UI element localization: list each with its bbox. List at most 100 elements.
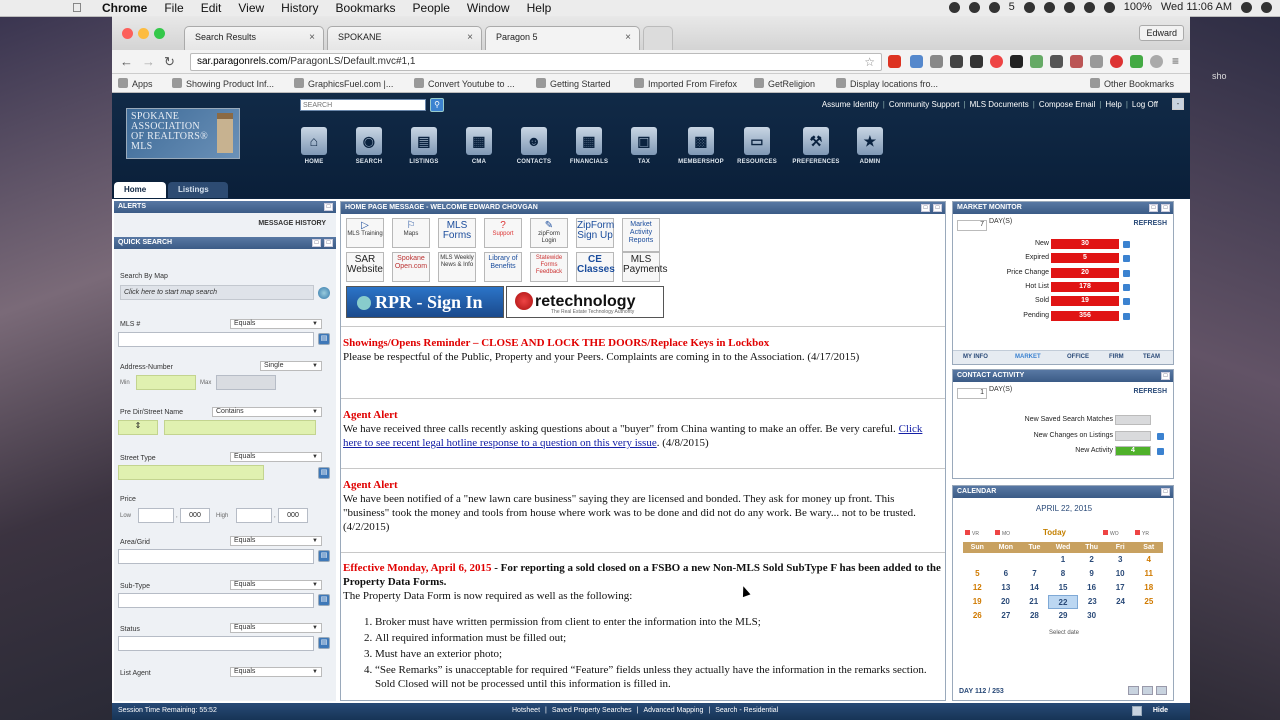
sub-type-input[interactable]: [118, 593, 314, 608]
expand-icon[interactable]: □: [324, 203, 333, 211]
rpr-sign-in-button[interactable]: RPR - Sign In: [346, 286, 504, 318]
market-row-pending[interactable]: Pending 356: [953, 310, 1175, 323]
bluetooth-icon[interactable]: [1063, 1, 1075, 13]
address-max-input[interactable]: [216, 375, 276, 390]
nav-home[interactable]: ⌂ HOME: [288, 127, 340, 165]
lookup-icon[interactable]: ▤: [318, 594, 330, 606]
row-count[interactable]: 356: [1051, 311, 1119, 321]
link-community-support[interactable]: Community Support: [889, 100, 960, 109]
link-mls-documents[interactable]: MLS Documents: [970, 100, 1029, 109]
tab-close-icon[interactable]: ×: [309, 32, 315, 43]
calendar-day[interactable]: 4: [1134, 553, 1163, 567]
nav-cma[interactable]: ▦ CMA: [453, 127, 505, 165]
nav-financials[interactable]: ▦ FINANCIALS: [563, 127, 615, 165]
reload-icon[interactable]: ↻: [164, 54, 175, 70]
price-high-input[interactable]: [236, 508, 272, 523]
nav-tax[interactable]: ▣ TAX: [618, 127, 670, 165]
retechnology-button[interactable]: retechnology The Real Estate Technology A…: [506, 286, 664, 318]
calendar-day[interactable]: 29: [1049, 609, 1078, 623]
calendar-day[interactable]: 12: [963, 581, 992, 595]
extension-icon[interactable]: [950, 55, 963, 68]
calendar-day[interactable]: 25: [1135, 595, 1163, 609]
forward-icon[interactable]: →: [142, 54, 155, 69]
status-record-icon[interactable]: [948, 1, 960, 13]
status-timemachine-icon[interactable]: [1043, 1, 1055, 13]
url-input[interactable]: sar.paragonrels.com/ParagonLS/Default.mv…: [190, 53, 882, 71]
calendar-day[interactable]: 7: [1020, 567, 1049, 581]
footer-link-search-residential[interactable]: Search - Residential: [715, 707, 778, 714]
sar-website-button[interactable]: SAR Website: [346, 252, 384, 282]
status-dropbox-icon[interactable]: [968, 1, 980, 13]
calendar-day[interactable]: [992, 553, 1021, 567]
calendar-day[interactable]: 20: [991, 595, 1019, 609]
mls-number-input[interactable]: [118, 332, 314, 347]
window-zoom-button[interactable]: [154, 28, 165, 39]
nav-listings[interactable]: ▤ LISTINGS: [398, 127, 450, 165]
calendar-day[interactable]: 26: [963, 609, 992, 623]
market-row-expired[interactable]: Expired 5: [953, 252, 1175, 265]
row-count[interactable]: 30: [1051, 239, 1119, 249]
price-low-input[interactable]: [138, 508, 174, 523]
calendar-day[interactable]: 6: [992, 567, 1021, 581]
address-min-input[interactable]: [136, 375, 196, 390]
contact-refresh-button[interactable]: REFRESH: [1134, 388, 1167, 395]
expand-icon[interactable]: □: [1161, 488, 1170, 496]
zipform-login-button[interactable]: ✎ zipForm Login: [530, 218, 568, 248]
spokane-open-button[interactable]: Spokane Open.com: [392, 252, 430, 282]
menubar-clock[interactable]: Wed 11:06 AM: [1161, 1, 1232, 13]
market-row-new[interactable]: New 30: [953, 238, 1175, 251]
extension-icon[interactable]: [930, 55, 943, 68]
row-count[interactable]: [1115, 431, 1151, 441]
header-search-input[interactable]: [300, 99, 426, 111]
market-row-sold[interactable]: Sold 19: [953, 295, 1175, 308]
new-tab-button[interactable]: [643, 26, 673, 50]
mls-weekly-news-button[interactable]: MLS Weekly News & Info: [438, 252, 476, 282]
calendar-day[interactable]: 23: [1078, 595, 1106, 609]
extension-icon[interactable]: [1030, 55, 1043, 68]
market-refresh-button[interactable]: REFRESH: [1134, 220, 1167, 227]
status-app-icon[interactable]: [1023, 1, 1035, 13]
row-count[interactable]: 4: [1115, 446, 1151, 456]
collapse-icon[interactable]: □: [1161, 204, 1170, 212]
calendar-day[interactable]: 27: [992, 609, 1021, 623]
calendar-month-view-icon[interactable]: [1156, 686, 1167, 695]
info-icon[interactable]: [1123, 270, 1130, 277]
tab-market[interactable]: MARKET: [1015, 354, 1041, 360]
collapse-icon[interactable]: □: [324, 239, 333, 247]
nav-search[interactable]: ◉ SEARCH: [343, 127, 395, 165]
lookup-icon[interactable]: ▤: [318, 550, 330, 562]
area-grid-input[interactable]: [118, 549, 314, 564]
row-count[interactable]: 178: [1051, 282, 1119, 292]
address-operator-select[interactable]: Single ▼: [260, 361, 322, 371]
bookmark-item[interactable]: Getting Started: [536, 78, 611, 89]
notification-center-icon[interactable]: [1261, 1, 1272, 13]
street-name-operator-select[interactable]: Contains ▼: [212, 407, 322, 417]
link-log-off[interactable]: Log Off: [1132, 100, 1158, 109]
street-type-operator-select[interactable]: Equals ▼: [230, 452, 322, 462]
calendar-day[interactable]: 15: [1049, 581, 1078, 595]
tab-firm[interactable]: FIRM: [1109, 354, 1124, 360]
eyedropper-icon[interactable]: [1050, 55, 1063, 68]
calendar-day[interactable]: 16: [1077, 581, 1106, 595]
info-icon[interactable]: [1157, 448, 1164, 455]
extension-icon[interactable]: [1010, 55, 1023, 68]
bookmark-apps[interactable]: Apps: [118, 78, 153, 89]
extension-icon[interactable]: [1070, 55, 1083, 68]
tab-my-info[interactable]: MY INFO: [963, 354, 988, 360]
adblock-icon[interactable]: [1110, 55, 1123, 68]
footer-close-icon[interactable]: [1132, 706, 1142, 716]
spotlight-icon[interactable]: [1241, 1, 1252, 13]
calendar-day[interactable]: 18: [1134, 581, 1163, 595]
bookmark-item[interactable]: GraphicsFuel.com |...: [294, 78, 393, 89]
bookmark-folder[interactable]: Imported From Firefox: [634, 78, 737, 89]
globe-icon[interactable]: [318, 287, 330, 299]
tab-team[interactable]: TEAM: [1143, 354, 1160, 360]
expand-icon[interactable]: □: [312, 239, 321, 247]
tab-listings[interactable]: Listings: [168, 182, 228, 198]
menu-file[interactable]: File: [164, 1, 183, 15]
calendar-day[interactable]: 24: [1106, 595, 1134, 609]
status-badge-count[interactable]: 5: [1009, 1, 1015, 13]
menu-view[interactable]: View: [238, 1, 264, 15]
menu-help[interactable]: Help: [527, 1, 552, 15]
chrome-menu-icon[interactable]: ≡: [1172, 54, 1179, 68]
